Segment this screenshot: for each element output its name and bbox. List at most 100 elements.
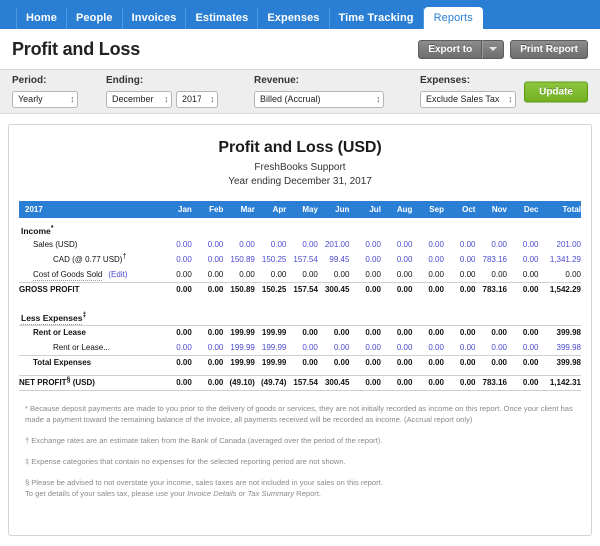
col-header-aug: Aug xyxy=(381,201,413,218)
row-total-cell: 1,542.29 xyxy=(539,282,582,297)
footnote-line2-pre: To get details of your sales tax, please… xyxy=(25,489,187,498)
row-value-cell: 0.00 xyxy=(286,340,318,355)
row-value-cell: 0.00 xyxy=(192,355,224,370)
row-value-cell: 157.54 xyxy=(286,282,318,297)
report-title: Profit and Loss (USD) xyxy=(19,139,581,157)
col-header-year: 2017 xyxy=(19,201,160,218)
row-value-cell: 199.99 xyxy=(223,325,255,340)
row-total-cell: 1,341.29 xyxy=(539,252,582,267)
row-value-cell: 0.00 xyxy=(381,325,413,340)
ending-month-select[interactable]: December xyxy=(106,91,172,108)
filter-ending: Ending: December 2017 xyxy=(106,75,218,108)
export-split-button[interactable]: Export to xyxy=(418,40,504,59)
row-label-cell: CAD (@ 0.77 USD)† xyxy=(19,252,160,267)
row-value-cell: 157.54 xyxy=(286,252,318,267)
nav-tab-expenses[interactable]: Expenses xyxy=(258,8,329,29)
table-row: Total Expenses0.000.00199.99199.990.000.… xyxy=(19,355,581,370)
filter-period: Period: Yearly xyxy=(12,75,78,108)
row-value-cell: 0.00 xyxy=(412,325,444,340)
row-value-cell: 0.00 xyxy=(412,355,444,370)
export-to-button[interactable]: Export to xyxy=(418,40,482,59)
col-header-dec: Dec xyxy=(507,201,539,218)
row-value-cell: 0.00 xyxy=(160,252,192,267)
export-dropdown-toggle[interactable] xyxy=(482,40,504,59)
row-label-cell: Sales (USD) xyxy=(19,237,160,252)
row-value-cell: 0.00 xyxy=(318,355,350,370)
row-label: CAD (@ 0.77 USD) xyxy=(53,255,122,264)
nav-tab-people[interactable]: People xyxy=(67,8,123,29)
section-heading-text: Less Expenses xyxy=(21,313,82,325)
row-value-cell: 150.25 xyxy=(255,282,287,297)
row-value-cell: 0.00 xyxy=(223,267,255,282)
row-value-cell: 0.00 xyxy=(412,375,444,390)
print-report-button[interactable]: Print Report xyxy=(510,40,588,59)
nav-tab-reports[interactable]: Reports xyxy=(424,7,483,29)
row-value-cell: 0.00 xyxy=(349,267,381,282)
footnote: ‡Expense categories that contain no expe… xyxy=(25,456,575,468)
nav-tab-estimates[interactable]: Estimates xyxy=(186,8,258,29)
col-header-nov: Nov xyxy=(475,201,507,218)
row-footnote-mark: † xyxy=(122,253,126,260)
update-button[interactable]: Update xyxy=(524,81,588,102)
table-row: Rent or Lease...0.000.00199.99199.990.00… xyxy=(19,340,581,355)
row-label-cell: GROSS PROFIT xyxy=(19,282,160,297)
nav-tab-invoices[interactable]: Invoices xyxy=(123,8,187,29)
invoice-details-link[interactable]: Invoice Details xyxy=(187,489,236,498)
table-row: GROSS PROFIT0.000.00150.89150.25157.5430… xyxy=(19,282,581,297)
row-label: Total Expenses xyxy=(33,358,91,367)
report-filter-bar: Period: Yearly Ending: December xyxy=(0,69,600,114)
section-heading-text: Income xyxy=(21,226,51,236)
row-label-cell: Rent or Lease xyxy=(19,325,160,340)
col-header-apr: Apr xyxy=(255,201,287,218)
row-value-cell: 99.45 xyxy=(318,252,350,267)
edit-link[interactable]: (Edit) xyxy=(108,270,127,279)
row-value-cell: 0.00 xyxy=(475,237,507,252)
tax-summary-link[interactable]: Tax Summary xyxy=(247,489,294,498)
page-title: Profit and Loss xyxy=(12,39,140,60)
nav-tab-home[interactable]: Home xyxy=(16,8,67,29)
footnote: *Because deposit payments are made to yo… xyxy=(25,403,575,427)
row-label-suffix: (USD) xyxy=(70,378,94,387)
report-footnotes: *Because deposit payments are made to yo… xyxy=(19,403,581,501)
ending-month-select-wrap: December xyxy=(106,89,172,108)
footnote-symbol: † xyxy=(25,436,29,445)
row-value-cell: 0.00 xyxy=(381,282,413,297)
row-value-cell: 0.00 xyxy=(444,325,476,340)
row-value-cell: 300.45 xyxy=(318,282,350,297)
row-value-cell: 0.00 xyxy=(286,267,318,282)
row-value-cell: 0.00 xyxy=(255,267,287,282)
period-select[interactable]: Yearly xyxy=(12,91,78,108)
footnote: †Exchange rates are an estimate taken fr… xyxy=(25,435,575,447)
main-navigation: HomePeopleInvoicesEstimatesExpensesTime … xyxy=(0,0,600,29)
table-row: NET PROFIT§ (USD)0.000.00(49.10)(49.74)1… xyxy=(19,375,581,390)
row-value-cell: 0.00 xyxy=(381,355,413,370)
row-value-cell: 0.00 xyxy=(507,325,539,340)
row-label: Cost of Goods Sold xyxy=(33,270,102,281)
col-header-jun: Jun xyxy=(318,201,350,218)
nav-tab-time-tracking[interactable]: Time Tracking xyxy=(330,8,424,29)
footnote-text: Please be advised to not overstate your … xyxy=(31,478,383,487)
ending-year-select[interactable]: 2017 xyxy=(176,91,218,108)
table-header-row: 2017JanFebMarAprMayJunJulAugSepOctNovDec… xyxy=(19,201,581,218)
row-value-cell: 0.00 xyxy=(381,252,413,267)
col-header-mar: Mar xyxy=(223,201,255,218)
row-value-cell: (49.74) xyxy=(255,375,287,390)
row-value-cell: 0.00 xyxy=(318,325,350,340)
row-value-cell: 0.00 xyxy=(223,237,255,252)
footnote: §Please be advised to not overstate your… xyxy=(25,477,575,501)
row-value-cell: 0.00 xyxy=(160,355,192,370)
row-value-cell: 0.00 xyxy=(318,267,350,282)
expenses-select[interactable]: Exclude Sales Tax xyxy=(420,91,516,108)
footnote-text: Exchange rates are an estimate taken fro… xyxy=(31,436,382,445)
row-total-cell: 0.00 xyxy=(539,267,582,282)
report-company: FreshBooks Support xyxy=(19,162,581,173)
row-value-cell: 0.00 xyxy=(507,355,539,370)
row-value-cell: 300.45 xyxy=(318,375,350,390)
revenue-select[interactable]: Billed (Accrual) xyxy=(254,91,384,108)
row-value-cell: 0.00 xyxy=(444,252,476,267)
row-total-cell: 399.98 xyxy=(539,340,582,355)
row-value-cell: 0.00 xyxy=(475,325,507,340)
row-value-cell: 0.00 xyxy=(255,237,287,252)
spacer-cell xyxy=(19,297,581,306)
row-value-cell: 0.00 xyxy=(160,375,192,390)
